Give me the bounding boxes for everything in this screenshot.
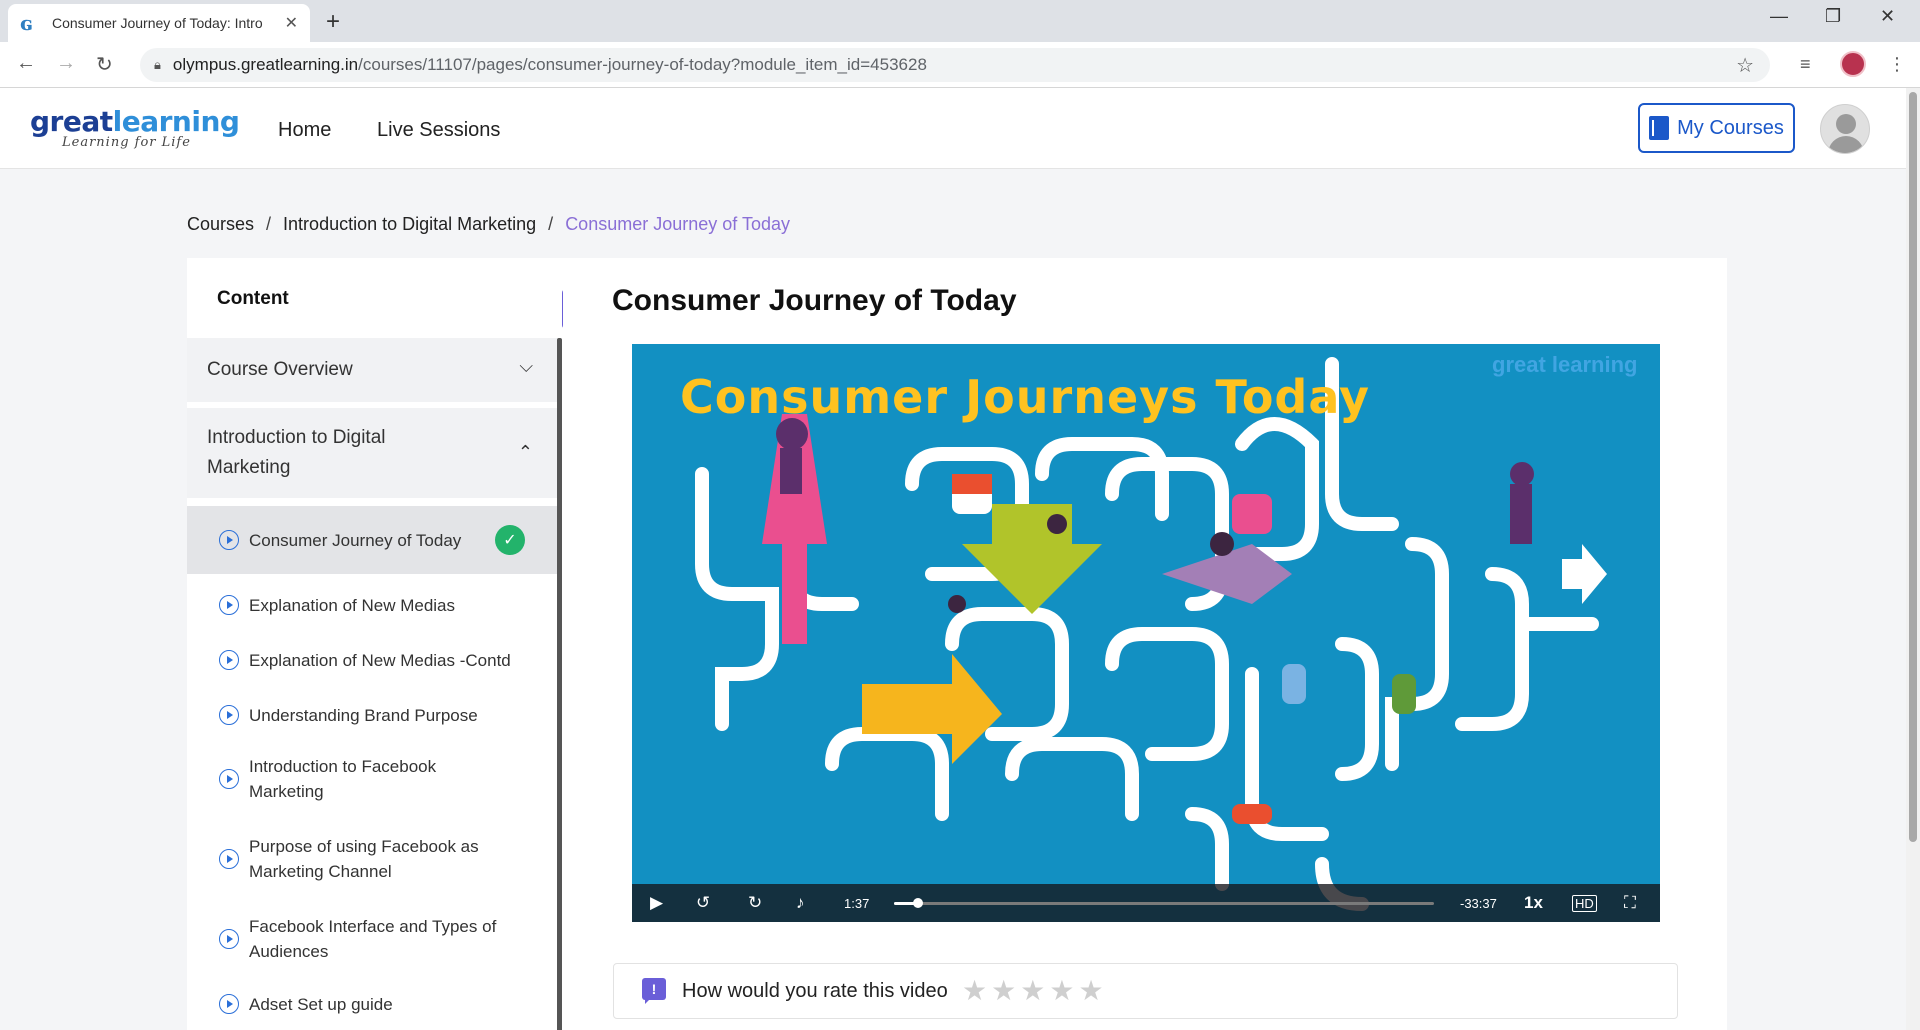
chrome-profile-avatar[interactable] (1840, 51, 1866, 77)
video-frame-title: Consumer Journeys Today (680, 370, 1370, 424)
play-circle-icon (219, 595, 239, 615)
section-course-overview[interactable]: Course Overview ⌵ (187, 338, 557, 402)
greatlearning-logo[interactable]: greatlearning Learning for Life (30, 105, 240, 150)
new-tab-icon[interactable]: + (326, 8, 340, 36)
browser-addressbar: ← → ↻ 🔒︎ olympus.greatlearning.in/course… (0, 42, 1920, 88)
hd-icon[interactable]: HD (1572, 895, 1597, 912)
user-avatar[interactable] (1820, 104, 1870, 154)
playback-speed-button[interactable]: 1x (1524, 893, 1543, 913)
browser-tabbar: ɢ Consumer Journey of Today: Intro ✕ + —… (0, 0, 1920, 42)
star-icon[interactable]: ★ (962, 974, 987, 1007)
forward-icon[interactable]: ↻ (748, 893, 762, 913)
content-sidebar: Content Course Overview ⌵ Introduction t… (187, 258, 563, 1030)
breadcrumb-course[interactable]: Introduction to Digital Marketing (283, 214, 536, 235)
minimize-icon[interactable]: — (1770, 6, 1788, 27)
check-icon: ✓ (495, 525, 525, 555)
section-intro-digital-marketing[interactable]: Introduction to Digital Marketing ⌃ (187, 408, 557, 498)
play-circle-icon (219, 769, 239, 789)
forward-icon[interactable]: → (56, 52, 76, 75)
video-watermark: great learning (1492, 352, 1638, 377)
chevron-down-icon: ⌵ (519, 356, 533, 376)
nav-home[interactable]: Home (278, 119, 331, 142)
restore-icon[interactable]: ❐ (1825, 6, 1841, 27)
tab-title: Consumer Journey of Today: Intro (52, 15, 263, 31)
url-text: olympus.greatlearning.in/courses/11107/p… (172, 55, 927, 74)
star-icon[interactable]: ★ (991, 974, 1016, 1007)
video-controls: ▶ ↺ ↻ ♪ 1:37 -33:37 1x HD ⛶ (632, 884, 1660, 922)
star-icon[interactable]: ★ (1049, 974, 1074, 1007)
seek-handle[interactable] (913, 898, 924, 908)
rating-prompt: How would you rate this video (682, 980, 948, 1002)
media-control-icon[interactable]: ≡ (1800, 54, 1811, 75)
page-title: Consumer Journey of Today (612, 284, 1017, 317)
nav-live-sessions[interactable]: Live Sessions (377, 119, 500, 142)
play-circle-icon (219, 705, 239, 725)
lesson-item[interactable]: Adset Set up guide (187, 984, 557, 1024)
lock-icon: 🔒︎ (154, 57, 161, 72)
back-icon[interactable]: ← (16, 52, 36, 75)
elapsed-time: 1:37 (844, 895, 870, 911)
chrome-menu-icon[interactable]: ⋮ (1888, 54, 1906, 75)
sidebar-title: Content (217, 288, 289, 309)
breadcrumb: Courses / Introduction to Digital Market… (187, 214, 790, 235)
page-scrollbar[interactable] (1906, 88, 1920, 1030)
star-icon[interactable]: ★ (1078, 974, 1103, 1007)
lesson-item[interactable]: Introduction to Facebook Marketing (187, 748, 557, 810)
breadcrumb-current: Consumer Journey of Today (565, 214, 790, 234)
lesson-item[interactable]: Understanding Brand Purpose (187, 690, 557, 740)
my-courses-button[interactable]: My Courses (1638, 103, 1795, 153)
lesson-item[interactable]: Consumer Journey of Today ✓ (187, 506, 557, 574)
close-tab-icon[interactable]: ✕ (285, 13, 298, 33)
site-header: greatlearning Learning for Life Home Liv… (0, 88, 1906, 169)
play-circle-icon (219, 650, 239, 670)
close-window-icon[interactable]: ✕ (1880, 6, 1895, 27)
lesson-item[interactable]: Facebook Interface and Types of Audience… (187, 908, 557, 970)
play-circle-icon (219, 530, 239, 550)
breadcrumb-courses[interactable]: Courses (187, 214, 254, 235)
star-icon[interactable]: ★ (1020, 974, 1045, 1007)
url-field[interactable]: 🔒︎ olympus.greatlearning.in/courses/1110… (140, 48, 1770, 82)
star-rating: ★ ★ ★ ★ ★ (962, 974, 1104, 1007)
browser-tab[interactable]: ɢ Consumer Journey of Today: Intro ✕ (8, 4, 310, 42)
bookmark-star-icon[interactable]: ☆ (1736, 53, 1754, 78)
video-frame-artwork (695, 357, 1607, 911)
video-player[interactable]: Consumer Journeys Today great learning (632, 344, 1660, 922)
play-icon[interactable]: ▶ (650, 893, 663, 913)
fullscreen-icon[interactable]: ⛶ (1624, 893, 1636, 913)
reload-icon[interactable]: ↻ (96, 52, 113, 77)
feedback-icon: ! (642, 978, 666, 1004)
lesson-item[interactable]: Purpose of using Facebook as Marketing C… (187, 828, 557, 890)
lesson-item[interactable]: Explanation of New Medias -Contd (187, 635, 557, 685)
remaining-time: -33:37 (1460, 895, 1497, 911)
site-favicon-icon: ɢ (20, 11, 33, 35)
rewind-icon[interactable]: ↺ (696, 893, 710, 913)
play-circle-icon (219, 929, 239, 949)
book-icon (1649, 116, 1670, 140)
play-circle-icon (219, 849, 239, 869)
chevron-up-icon: ⌃ (517, 442, 533, 462)
rating-card: ! How would you rate this video ★ ★ ★ ★ ★ (613, 963, 1678, 1019)
lesson-item[interactable]: Explanation of New Medias (187, 580, 557, 630)
sidebar-scrollbar[interactable] (557, 338, 562, 1030)
play-circle-icon (219, 994, 239, 1014)
volume-icon[interactable]: ♪ (796, 893, 805, 913)
seek-bar[interactable] (894, 902, 1434, 905)
